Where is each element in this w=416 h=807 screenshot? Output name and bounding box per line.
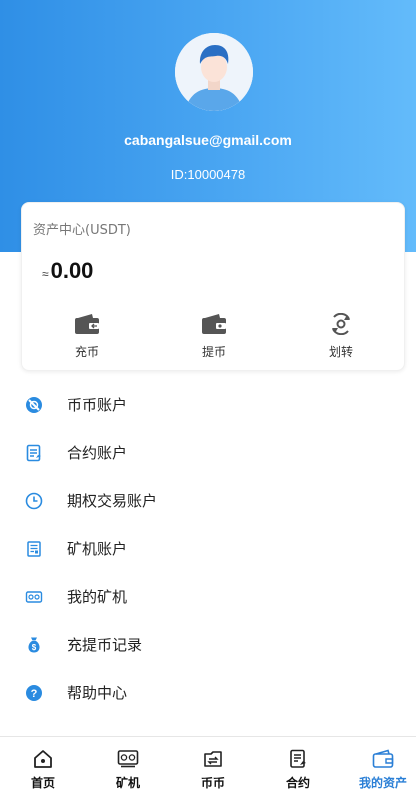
svg-text:$: $	[32, 643, 37, 652]
withdraw-label: 提币	[201, 345, 226, 359]
menu-item-options-account[interactable]: 期权交易账户	[0, 476, 416, 524]
account-menu: 币币账户 合约账户 期权交易账户 矿机账户 我的矿机 $ 充提币记录 ? 帮助中…	[0, 380, 416, 716]
tab-label: 首页	[30, 776, 55, 790]
user-id: ID:10000478	[170, 167, 246, 182]
svg-text:?: ?	[31, 688, 38, 700]
wallet-withdraw-icon	[202, 314, 226, 334]
avatar-icon	[175, 33, 253, 111]
tab-my-assets[interactable]: 我的资产	[353, 749, 413, 791]
tab-label: 合约	[285, 776, 310, 790]
wallet-icon	[372, 749, 394, 768]
transfer-label: 划转	[328, 345, 353, 359]
clock-icon	[25, 492, 43, 510]
deposit-label: 充币	[74, 345, 99, 359]
tab-label: 币币	[200, 776, 225, 790]
menu-item-coin-account[interactable]: 币币账户	[0, 380, 416, 428]
tab-spot[interactable]: 币币	[183, 749, 243, 791]
deposit-button[interactable]: 充币	[47, 313, 127, 360]
menu-item-contract-account[interactable]: 合约账户	[0, 428, 416, 476]
tab-miner[interactable]: 矿机	[98, 749, 158, 791]
my-miner-icon	[25, 591, 43, 603]
asset-card: 资产中心(USDT) ≈0.00 充币 提币 划转	[21, 202, 405, 371]
user-email: cabangalsue@gmail.com	[124, 132, 292, 148]
tab-label: 矿机	[115, 776, 140, 790]
help-icon: ?	[26, 685, 42, 701]
menu-item-help-center[interactable]: ? 帮助中心	[0, 668, 416, 716]
bottom-tab-bar: 首页 矿机 币币 合约 我的资产	[0, 736, 416, 807]
avatar[interactable]	[175, 33, 253, 111]
menu-item-label: 我的矿机	[67, 588, 128, 606]
menu-item-label: 充提币记录	[67, 636, 143, 654]
menu-item-deposit-withdraw-records[interactable]: $ 充提币记录	[0, 620, 416, 668]
tab-home[interactable]: 首页	[13, 749, 73, 791]
contract-icon	[290, 749, 306, 768]
balance-value: 0.00	[50, 258, 94, 283]
home-icon	[34, 750, 52, 768]
wallet-deposit-icon	[75, 314, 99, 334]
exchange-icon	[204, 751, 222, 767]
menu-item-my-miner[interactable]: 我的矿机	[0, 572, 416, 620]
coin-account-icon	[26, 397, 42, 413]
balance: ≈0.00	[42, 258, 93, 284]
contract-account-icon	[26, 444, 41, 462]
tab-contract[interactable]: 合约	[268, 749, 328, 791]
withdraw-button[interactable]: 提币	[174, 313, 254, 360]
miner-account-icon	[27, 541, 41, 557]
menu-item-miner-account[interactable]: 矿机账户	[0, 524, 416, 572]
approx-symbol: ≈	[42, 267, 49, 281]
money-bag-icon: $	[28, 637, 40, 653]
transfer-button[interactable]: 划转	[301, 313, 381, 360]
menu-item-label: 期权交易账户	[67, 492, 158, 510]
tab-label: 我的资产	[358, 776, 407, 790]
menu-item-label: 币币账户	[67, 396, 128, 414]
transfer-icon	[332, 313, 350, 335]
miner-icon	[117, 750, 139, 768]
menu-item-label: 帮助中心	[67, 684, 128, 702]
menu-item-label: 合约账户	[67, 444, 128, 462]
asset-title: 资产中心(USDT)	[33, 223, 131, 238]
menu-item-label: 矿机账户	[67, 540, 128, 558]
